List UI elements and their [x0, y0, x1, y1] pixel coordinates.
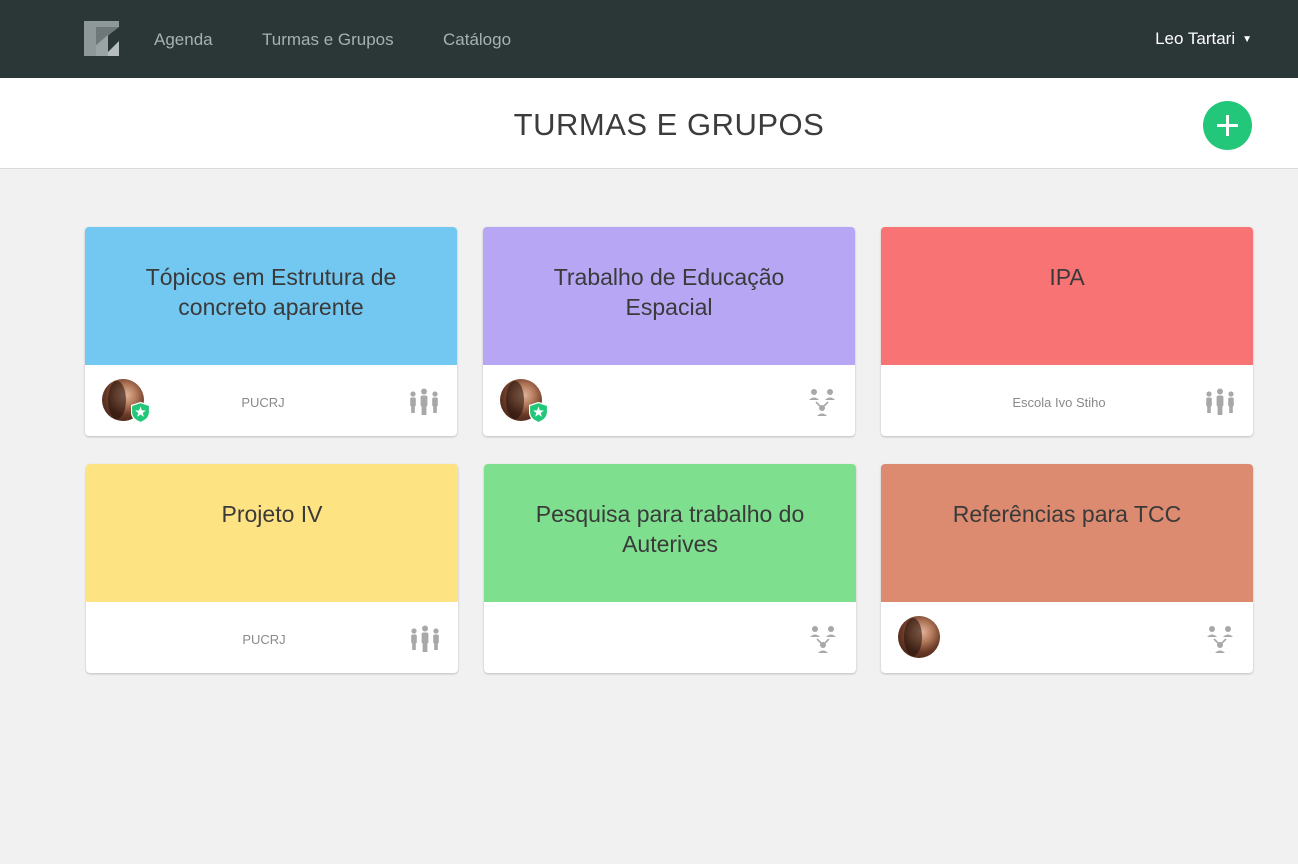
class-icon — [1206, 388, 1234, 415]
card-cover: IPA — [881, 227, 1253, 365]
group-card[interactable]: IPA Escola Ivo Stiho — [881, 227, 1253, 436]
card-organization: Escola Ivo Stiho — [1012, 395, 1106, 410]
top-navbar: Agenda Turmas e Grupos Catálogo Leo Tart… — [0, 0, 1298, 78]
add-button[interactable] — [1203, 101, 1252, 150]
group-card[interactable]: Tópicos em Estrutura de concreto aparent… — [85, 227, 457, 436]
group-card[interactable]: Trabalho de Educação Espacial — [483, 227, 855, 436]
card-title: IPA — [1049, 264, 1085, 290]
group-card[interactable]: Pesquisa para trabalho do Auterives — [484, 464, 856, 673]
card-title: Trabalho de Educação Espacial — [553, 264, 785, 320]
card-title: Pesquisa para trabalho do Auterives — [535, 501, 805, 557]
user-menu[interactable]: Leo Tartari ▼ — [1155, 29, 1252, 49]
avatar — [898, 616, 940, 658]
page-header: TURMAS E GRUPOS — [0, 78, 1298, 169]
user-name: Leo Tartari — [1155, 29, 1236, 48]
card-cover: Trabalho de Educação Espacial — [483, 227, 855, 365]
card-cover: Referências para TCC — [881, 464, 1253, 602]
card-cover: Projeto IV — [86, 464, 458, 602]
card-footer: PUCRJ — [85, 365, 457, 436]
card-footer — [881, 602, 1253, 673]
class-icon — [411, 625, 439, 652]
chevron-down-icon: ▼ — [1242, 34, 1252, 45]
card-footer: Escola Ivo Stiho — [881, 365, 1253, 436]
card-footer — [484, 602, 856, 673]
nav-turmas-e-grupos[interactable]: Turmas e Grupos — [262, 30, 394, 50]
app-logo-icon[interactable] — [84, 21, 119, 56]
group-card[interactable]: Projeto IV PUCRJ — [86, 464, 458, 673]
card-title: Projeto IV — [221, 501, 323, 527]
card-footer: PUCRJ — [86, 602, 458, 673]
group-card[interactable]: Referências para TCC — [881, 464, 1253, 673]
group-icon — [809, 389, 835, 416]
card-title: Tópicos em Estrutura de concreto aparent… — [145, 264, 397, 320]
page-title: TURMAS E GRUPOS — [513, 107, 825, 142]
nav-agenda[interactable]: Agenda — [154, 30, 213, 50]
plus-icon — [1217, 115, 1238, 136]
card-cover: Pesquisa para trabalho do Auterives — [484, 464, 856, 602]
nav-catalogo[interactable]: Catálogo — [443, 30, 511, 50]
owner-badge-icon — [131, 402, 150, 423]
card-organization: PUCRJ — [242, 632, 286, 647]
group-icon — [1207, 626, 1233, 653]
owner-badge-icon — [529, 402, 548, 423]
class-icon — [410, 388, 438, 415]
card-cover: Tópicos em Estrutura de concreto aparent… — [85, 227, 457, 365]
card-title: Referências para TCC — [952, 501, 1182, 527]
group-icon — [810, 626, 836, 653]
card-footer — [483, 365, 855, 436]
